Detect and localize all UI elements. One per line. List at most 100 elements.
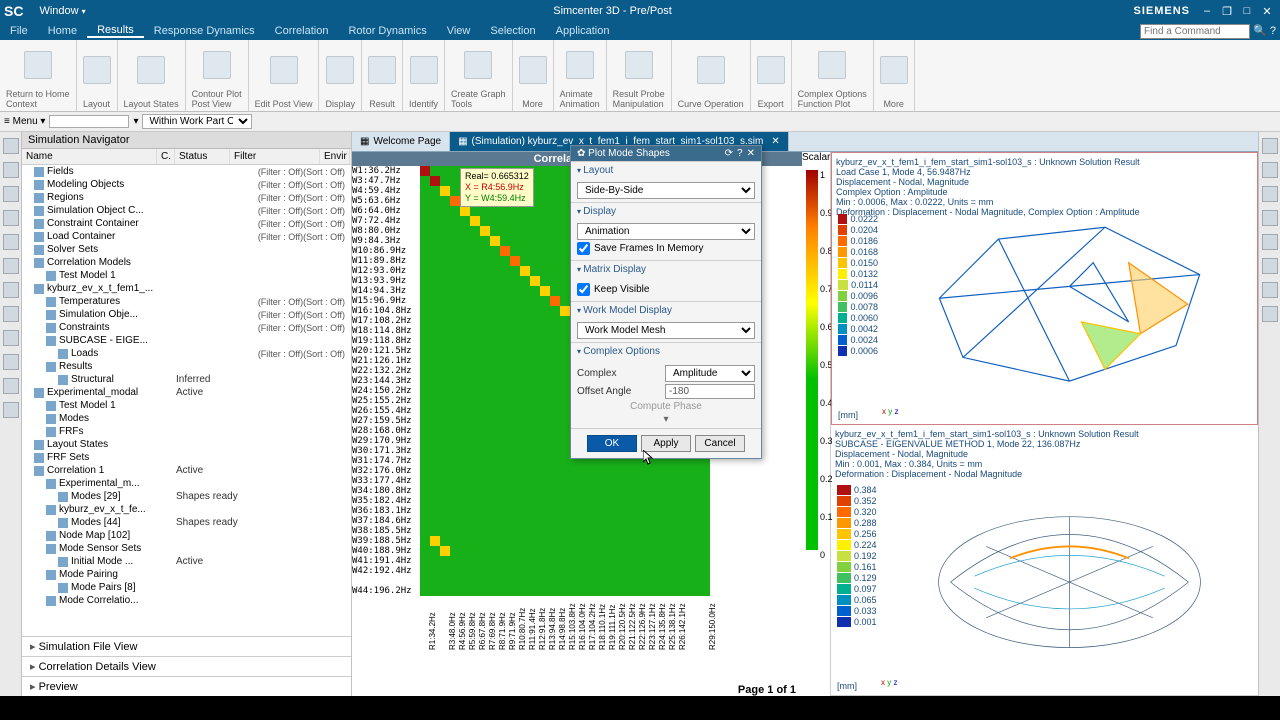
menu-view[interactable]: View [437,25,481,37]
accordion-preview[interactable]: Preview [22,676,351,696]
tree-item[interactable]: FRFs [22,425,351,438]
section-work-model[interactable]: Work Model Display [571,301,761,319]
display-select[interactable]: Animation [577,223,755,240]
tree-item[interactable]: Node Map [102] [22,529,351,542]
menu-correlation[interactable]: Correlation [265,25,339,37]
menu-selection[interactable]: Selection [480,25,545,37]
search-icon[interactable]: 🔍 [1253,25,1267,37]
restore-icon[interactable]: ❐ [1218,5,1236,18]
tree-item[interactable]: Load Container(Filter : Off)(Sort : Off) [22,230,351,243]
ribbon-group-edit-post-view[interactable]: Edit Post View [249,40,320,111]
ribbon-group-export[interactable]: Export [751,40,792,111]
minimize-icon[interactable]: – [1198,5,1216,18]
dock-icon[interactable] [1262,282,1278,298]
window-menu[interactable]: Window [33,5,91,17]
dialog-reset-icon[interactable]: ⟳ [725,148,733,159]
help-icon[interactable]: ? [1270,25,1276,37]
cancel-button[interactable]: Cancel [695,435,745,452]
ribbon-group-layout[interactable]: Layout [77,40,118,111]
menu-response-dynamics[interactable]: Response Dynamics [144,25,265,37]
command-search[interactable] [1140,24,1250,39]
tree-item[interactable]: Modes [22,412,351,425]
maximize-icon[interactable]: □ [1238,5,1256,18]
tree-item[interactable]: StructuralInferred [22,373,351,386]
tree-item[interactable]: Mode Sensor Sets [22,542,351,555]
dialog-close-icon[interactable]: ✕ [747,148,755,159]
tree-item[interactable]: Results [22,360,351,373]
section-complex[interactable]: Complex Options [571,342,761,360]
menu-application[interactable]: Application [546,25,620,37]
menu-rotor-dynamics[interactable]: Rotor Dynamics [338,25,436,37]
dock-icon[interactable] [3,258,19,274]
ribbon-group-layout-states[interactable]: Layout States [118,40,186,111]
ribbon-group-more[interactable]: More [874,40,915,111]
ribbon-group-return-to-home[interactable]: Return to HomeContext [0,40,77,111]
tree-item[interactable]: kyburz_ev_x_t_fe... [22,503,351,516]
work-part-filter[interactable]: Within Work Part Only [142,114,252,129]
tree-item[interactable]: Correlation Models [22,256,351,269]
tree-item[interactable]: Modes [29]Shapes ready [22,490,351,503]
tab-close-icon[interactable]: ✕ [771,136,779,147]
dock-icon[interactable] [1262,234,1278,250]
tree-item[interactable]: Temperatures(Filter : Off)(Sort : Off) [22,295,351,308]
ribbon-group-contour-plot[interactable]: Contour PlotPost View [186,40,249,111]
tree-item[interactable]: Mode Correlatio... [22,594,351,607]
context-input[interactable] [49,115,129,128]
tree-item[interactable]: Constraint Container(Filter : Off)(Sort … [22,217,351,230]
dock-icon[interactable] [1262,306,1278,322]
tree-item[interactable]: Regions(Filter : Off)(Sort : Off) [22,191,351,204]
dock-icon[interactable] [1262,210,1278,226]
section-display[interactable]: Display [571,202,761,220]
tree-item[interactable]: Experimental_m... [22,477,351,490]
ok-button[interactable]: OK [587,435,637,452]
tree-item[interactable]: Constraints(Filter : Off)(Sort : Off) [22,321,351,334]
tree-item[interactable]: Loads(Filter : Off)(Sort : Off) [22,347,351,360]
plot-top[interactable]: kyburz_ev_x_t_fem1_i_fem_start_sim1-sol1… [831,152,1258,425]
ribbon-group-result[interactable]: Result [362,40,403,111]
dock-icon[interactable] [3,282,19,298]
plot-bottom[interactable]: kyburz_ev_x_t_fem1_i_fem_start_sim1-sol1… [831,425,1258,697]
ribbon-group-create-graph[interactable]: Create GraphTools [445,40,513,111]
tree-item[interactable]: Initial Mode ...Active [22,555,351,568]
ribbon-group-animate[interactable]: AnimateAnimation [554,40,607,111]
apply-button[interactable]: Apply [641,435,691,452]
menu-dropdown[interactable]: ≡ Menu ▾ [4,116,45,127]
complex-select[interactable]: Amplitude [665,365,755,382]
section-layout[interactable]: Layout [571,161,761,179]
dock-icon[interactable] [1262,258,1278,274]
dock-icon[interactable] [1262,138,1278,154]
dock-icon[interactable] [3,186,19,202]
keep-visible-checkbox[interactable] [577,283,590,296]
dock-icon[interactable] [3,210,19,226]
tree-item[interactable]: Test Model 1 [22,269,351,282]
close-icon[interactable]: ✕ [1258,5,1276,18]
dock-icon[interactable] [3,162,19,178]
ribbon-group-identify[interactable]: Identify [403,40,445,111]
dialog-help-icon[interactable]: ? [737,148,743,159]
tree-item[interactable]: Solver Sets [22,243,351,256]
tree-item[interactable]: Modes [44]Shapes ready [22,516,351,529]
menu-results[interactable]: Results [87,24,144,38]
tree-item[interactable]: Correlation 1Active [22,464,351,477]
tree-item[interactable]: SUBCASE - EIGE... [22,334,351,347]
document-tab[interactable]: ▦Welcome Page [352,132,450,151]
dock-icon[interactable] [3,234,19,250]
accordion-correlation-details-view[interactable]: Correlation Details View [22,656,351,676]
menu-file[interactable]: File [0,25,38,37]
dock-icon[interactable] [3,402,19,418]
nav-tree[interactable]: Fields(Filter : Off)(Sort : Off)Modeling… [22,165,351,636]
tree-item[interactable]: Modeling Objects(Filter : Off)(Sort : Of… [22,178,351,191]
tree-item[interactable]: Test Model 1 [22,399,351,412]
dock-icon[interactable] [3,306,19,322]
tree-item[interactable]: FRF Sets [22,451,351,464]
filter-icon[interactable]: ▾ [133,116,138,127]
dialog-title[interactable]: ✿ Plot Mode Shapes ⟳?✕ [571,146,761,161]
ribbon-group-display[interactable]: Display [319,40,362,111]
layout-select[interactable]: Side-By-Side [577,182,755,199]
ribbon-group-complex-options[interactable]: Complex OptionsFunction Plot [792,40,874,111]
work-model-select[interactable]: Work Model Mesh [577,322,755,339]
tree-item[interactable]: Simulation Obje...(Filter : Off)(Sort : … [22,308,351,321]
section-matrix[interactable]: Matrix Display [571,260,761,278]
dock-icon[interactable] [3,354,19,370]
menu-home[interactable]: Home [38,25,87,37]
